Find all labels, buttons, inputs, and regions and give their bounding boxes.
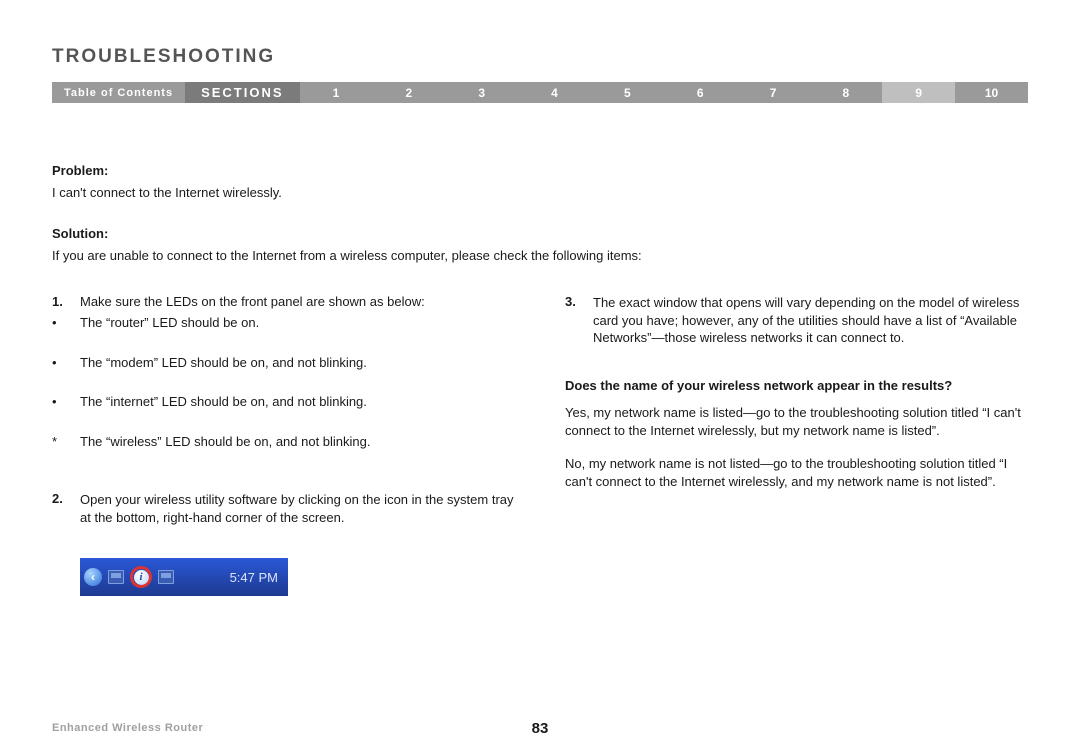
tray-expand-icon: ‹ xyxy=(84,568,102,586)
step-1: 1. Make sure the LEDs on the front panel… xyxy=(52,294,515,471)
step-2: 2. Open your wireless utility software b… xyxy=(52,491,515,526)
bullet-text: The “internet” LED should be on, and not… xyxy=(80,392,367,412)
tray-clock: 5:47 PM xyxy=(224,570,278,585)
page-number: 83 xyxy=(532,720,549,737)
bullet-mark: * xyxy=(52,432,80,452)
results-question: Does the name of your wireless network a… xyxy=(565,377,1028,395)
step-3-number: 3. xyxy=(565,294,593,347)
list-item: •The “internet” LED should be on, and no… xyxy=(52,392,515,412)
step-2-text: Open your wireless utility software by c… xyxy=(80,491,515,526)
nav-section-9[interactable]: 9 xyxy=(882,82,955,103)
nav-section-10[interactable]: 10 xyxy=(955,82,1028,103)
step-2-number: 2. xyxy=(52,491,80,526)
nav-section-numbers: 1 2 3 4 5 6 7 8 9 10 xyxy=(300,82,1028,103)
answer-no: No, my network name is not listed—go to … xyxy=(565,455,1028,490)
tray-wireless-icon: i xyxy=(130,566,152,588)
list-item: *The “wireless” LED should be on, and no… xyxy=(52,432,515,452)
step-3: 3. The exact window that opens will vary… xyxy=(565,294,1028,347)
problem-text: I can't connect to the Internet wireless… xyxy=(52,184,1028,202)
tray-network-icon xyxy=(108,570,124,584)
solution-label: Solution: xyxy=(52,226,1028,241)
nav-section-7[interactable]: 7 xyxy=(737,82,810,103)
nav-section-4[interactable]: 4 xyxy=(518,82,591,103)
answer-yes: Yes, my network name is listed—go to the… xyxy=(565,404,1028,439)
bullet-text: The “modem” LED should be on, and not bl… xyxy=(80,353,367,373)
page-footer: Enhanced Wireless Router 83 xyxy=(52,722,1028,734)
section-nav-bar: Table of Contents SECTIONS 1 2 3 4 5 6 7… xyxy=(52,82,1028,103)
list-item: •The “router” LED should be on. xyxy=(52,313,515,333)
bullet-mark: • xyxy=(52,353,80,373)
nav-toc-link[interactable]: Table of Contents xyxy=(52,82,185,103)
tray-display-icon xyxy=(158,570,174,584)
problem-label: Problem: xyxy=(52,163,1028,178)
nav-section-6[interactable]: 6 xyxy=(664,82,737,103)
bullet-mark: • xyxy=(52,392,80,412)
bullet-text: The “router” LED should be on. xyxy=(80,313,259,333)
nav-section-1[interactable]: 1 xyxy=(300,82,373,103)
system-tray-screenshot: ‹ i 5:47 PM xyxy=(80,558,288,596)
nav-section-5[interactable]: 5 xyxy=(591,82,664,103)
step-3-text: The exact window that opens will vary de… xyxy=(593,294,1028,347)
page-title: TROUBLESHOOTING xyxy=(52,46,1028,68)
product-name: Enhanced Wireless Router xyxy=(52,722,203,734)
nav-section-2[interactable]: 2 xyxy=(372,82,445,103)
bullet-mark: • xyxy=(52,313,80,333)
step-1-text: Make sure the LEDs on the front panel ar… xyxy=(80,294,515,309)
nav-section-3[interactable]: 3 xyxy=(445,82,518,103)
bullet-text: The “wireless” LED should be on, and not… xyxy=(80,432,371,452)
list-item: •The “modem” LED should be on, and not b… xyxy=(52,353,515,373)
nav-section-8[interactable]: 8 xyxy=(809,82,882,103)
nav-sections-label: SECTIONS xyxy=(185,82,299,103)
solution-intro: If you are unable to connect to the Inte… xyxy=(52,247,1028,265)
